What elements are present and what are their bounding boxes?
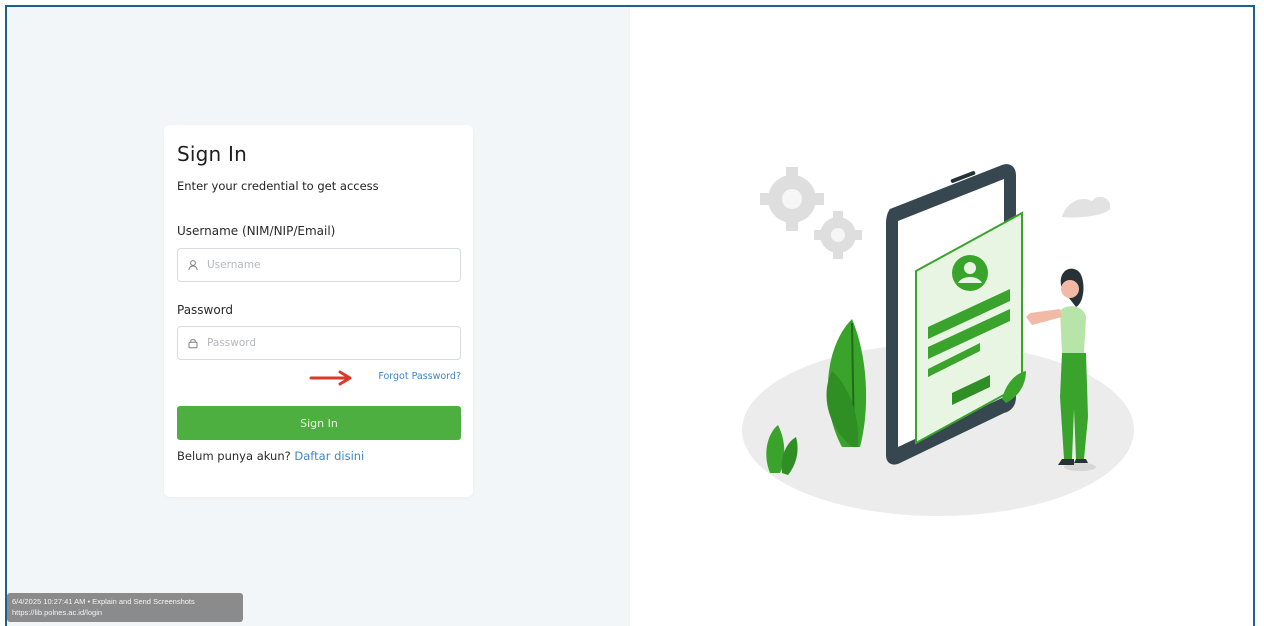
page-subtitle: Enter your credential to get access	[177, 179, 379, 193]
register-link[interactable]: Daftar disini	[294, 449, 364, 463]
gear-icon	[760, 167, 862, 259]
username-input[interactable]	[207, 259, 447, 271]
login-illustration	[742, 164, 1134, 516]
username-field[interactable]	[177, 248, 461, 282]
forgot-password-row: Forgot Password?	[177, 368, 461, 388]
password-input[interactable]	[207, 337, 447, 349]
login-card: Sign In Enter your credential to get acc…	[164, 125, 473, 497]
arrow-right-icon	[309, 370, 355, 390]
user-icon	[187, 259, 199, 271]
lock-icon	[187, 337, 199, 349]
screenshot-timestamp-overlay: 6/4/2025 10:27:41 AM • Explain and Send …	[7, 593, 243, 622]
password-label: Password	[177, 303, 234, 317]
register-prompt: Belum punya akun? Daftar disini	[177, 449, 364, 463]
forgot-password-link[interactable]: Forgot Password?	[378, 371, 461, 382]
browser-frame: Sign In Enter your credential to get acc…	[5, 5, 1255, 626]
illustration-pane	[630, 7, 1253, 626]
password-field[interactable]	[177, 326, 461, 360]
register-prompt-text: Belum punya akun?	[177, 449, 291, 463]
cloud-icon	[1062, 196, 1111, 218]
overlay-url: https://lib.polnes.ac.id/login	[12, 608, 103, 617]
overlay-timestamp: 6/4/2025 10:27:41 AM • Explain and Send …	[12, 597, 195, 606]
username-label: Username (NIM/NIP/Email)	[177, 224, 336, 238]
page-title: Sign In	[177, 142, 247, 166]
login-pane: Sign In Enter your credential to get acc…	[7, 7, 630, 626]
sign-in-button[interactable]: Sign In	[177, 406, 461, 440]
